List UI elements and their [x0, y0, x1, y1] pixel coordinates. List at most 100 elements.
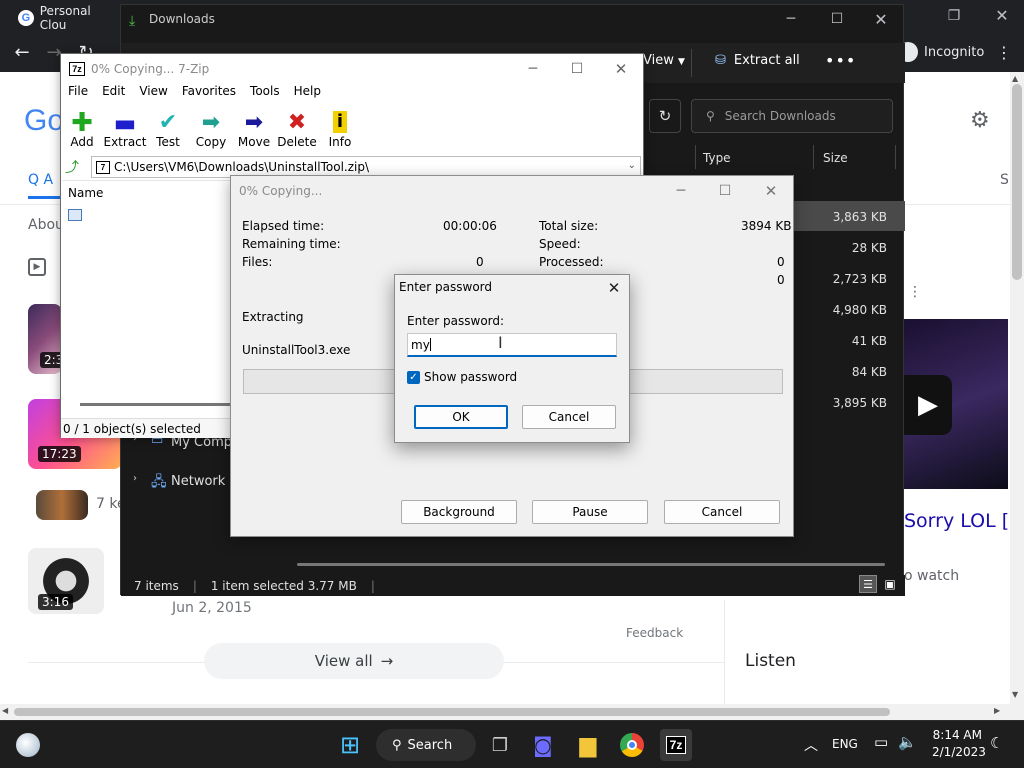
view-menu-button[interactable]: View ▼: [643, 53, 685, 68]
back-icon[interactable]: ←: [8, 38, 36, 66]
menu-help[interactable]: Help: [287, 84, 328, 104]
google-tab-all[interactable]: Q A: [28, 172, 53, 188]
horizontal-scrollbar[interactable]: [297, 563, 885, 566]
7zip-close-icon[interactable]: ✕: [607, 57, 635, 81]
copy-button[interactable]: ➡ Copy: [189, 104, 233, 152]
7zip-taskbar-icon[interactable]: 7z: [660, 729, 692, 761]
menu-tools[interactable]: Tools: [243, 84, 287, 104]
show-hidden-icons-icon[interactable]: ︿: [804, 735, 818, 755]
google-logo[interactable]: Go: [24, 104, 64, 138]
vertical-scrollbar[interactable]: ▲ ▼: [1010, 72, 1024, 704]
more-options-icon[interactable]: •••: [825, 51, 856, 70]
nav-item-network[interactable]: Network: [171, 474, 225, 489]
volume-icon[interactable]: 🔈: [898, 733, 917, 751]
tiles-view-icon[interactable]: ▣: [881, 575, 899, 593]
watch-partial[interactable]: o watch: [904, 568, 959, 584]
extract-button[interactable]: ▬ Extract: [103, 104, 147, 152]
feedback-link[interactable]: Feedback: [626, 626, 683, 640]
weather-icon[interactable]: [16, 733, 40, 757]
column-header-size[interactable]: Size: [823, 151, 848, 165]
extract-all-button[interactable]: ⛁ Extract all: [715, 53, 800, 68]
video-duration: 3:16: [38, 594, 73, 610]
up-folder-icon[interactable]: ⤴: [65, 157, 87, 177]
show-password-checkbox[interactable]: ✓ Show password: [407, 370, 517, 384]
move-button[interactable]: ➡ Move: [233, 104, 275, 152]
7zip-minimize-icon[interactable]: ─: [519, 58, 547, 80]
7zip-maximize-icon[interactable]: ☐: [563, 58, 591, 80]
copying-close-icon[interactable]: ✕: [757, 179, 785, 203]
play-icon[interactable]: ▶: [904, 375, 952, 435]
file-explorer-icon[interactable]: ▆: [572, 729, 604, 761]
clock-date[interactable]: 2/1/2023: [932, 745, 986, 759]
start-icon[interactable]: ⊞: [334, 729, 366, 761]
horizontal-scrollbar[interactable]: ◀ ▶: [0, 704, 1024, 720]
task-view-icon[interactable]: ❐: [484, 729, 516, 761]
video-panel-thumbnail[interactable]: ▶: [904, 319, 1008, 489]
file-size: 3,895 KB: [832, 396, 887, 410]
pause-button[interactable]: Pause: [532, 500, 648, 524]
chevron-right-icon[interactable]: ›: [133, 473, 137, 484]
clock-time[interactable]: 8:14 AM: [932, 728, 982, 742]
incognito-indicator[interactable]: Incognito: [898, 40, 984, 64]
explorer-minimize-icon[interactable]: ─: [777, 9, 805, 29]
scroll-right-icon[interactable]: ▶: [994, 706, 1000, 715]
total-size-label: Total size:: [539, 219, 599, 233]
delete-button[interactable]: ✖ Delete: [275, 104, 319, 152]
language-indicator[interactable]: ENG: [832, 737, 858, 751]
cancel-button[interactable]: Cancel: [522, 405, 616, 429]
ok-button[interactable]: OK: [414, 405, 508, 429]
scroll-down-icon[interactable]: ▼: [1012, 690, 1018, 699]
video-thumbnail[interactable]: 3:16: [28, 548, 104, 614]
column-header-type[interactable]: Type: [703, 151, 731, 165]
background-button[interactable]: Background: [401, 500, 517, 524]
menu-file[interactable]: File: [61, 84, 95, 104]
details-view-icon[interactable]: ☰: [859, 575, 877, 593]
menu-edit[interactable]: Edit: [95, 84, 132, 104]
notifications-icon[interactable]: ☾: [990, 734, 1003, 752]
teams-chat-icon[interactable]: ◙: [527, 729, 559, 761]
add-button[interactable]: ✚ Add: [61, 104, 103, 152]
menu-favorites[interactable]: Favorites: [175, 84, 243, 104]
view-all-button[interactable]: View all →: [204, 643, 504, 679]
network-icon[interactable]: ▭: [874, 733, 888, 751]
chrome-tab[interactable]: G Personal Clou: [8, 4, 120, 32]
files-label: Files:: [242, 255, 273, 269]
scroll-up-icon[interactable]: ▲: [1012, 74, 1018, 83]
column-header-name[interactable]: Name: [68, 186, 103, 200]
info-button[interactable]: i Info: [319, 104, 361, 152]
search-downloads-input[interactable]: ⚲ Search Downloads: [691, 99, 893, 133]
password-input[interactable]: my: [407, 333, 617, 357]
info-label: Info: [328, 135, 352, 149]
taskbar-search-button[interactable]: ⚲ Search: [376, 729, 476, 761]
explorer-maximize-icon[interactable]: ☐: [823, 9, 851, 29]
item-count: 7 items: [134, 578, 179, 593]
video-title-partial[interactable]: Sorry LOL [: [904, 510, 1009, 532]
view-label: View: [643, 53, 674, 68]
download-icon: ⤓: [129, 13, 136, 29]
tools-partial[interactable]: S: [1000, 172, 1009, 188]
more-options-icon[interactable]: ⋮: [908, 284, 922, 300]
menu-view[interactable]: View: [132, 84, 174, 104]
exe-file-icon[interactable]: [68, 209, 82, 221]
scroll-thumb[interactable]: [1012, 84, 1022, 280]
video-thumbnail[interactable]: 2:3: [28, 304, 62, 374]
password-close-icon[interactable]: ✕: [601, 277, 627, 299]
refresh-icon[interactable]: ↻: [649, 99, 681, 133]
copying-minimize-icon[interactable]: ─: [667, 180, 695, 202]
cancel-copy-button[interactable]: Cancel: [664, 500, 780, 524]
chrome-restore-icon[interactable]: ❐: [940, 6, 968, 26]
video-date: Jun 2, 2015: [172, 600, 252, 616]
explorer-close-icon[interactable]: ✕: [867, 7, 895, 31]
chevron-down-icon[interactable]: ⌄: [628, 160, 636, 171]
chrome-icon[interactable]: [616, 729, 648, 761]
chrome-menu-icon[interactable]: ⋮: [990, 38, 1018, 66]
settings-gear-icon[interactable]: ⚙: [970, 108, 990, 133]
horizontal-scrollbar[interactable]: [80, 403, 230, 406]
scroll-left-icon[interactable]: ◀: [2, 706, 8, 715]
video-thumbnail[interactable]: [36, 490, 88, 520]
elapsed-time-label: Elapsed time:: [242, 219, 325, 233]
chrome-close-icon[interactable]: ✕: [988, 4, 1016, 26]
scroll-thumb[interactable]: [14, 708, 890, 716]
copying-maximize-icon[interactable]: ☐: [711, 180, 739, 202]
test-button[interactable]: ✔ Test: [147, 104, 189, 152]
